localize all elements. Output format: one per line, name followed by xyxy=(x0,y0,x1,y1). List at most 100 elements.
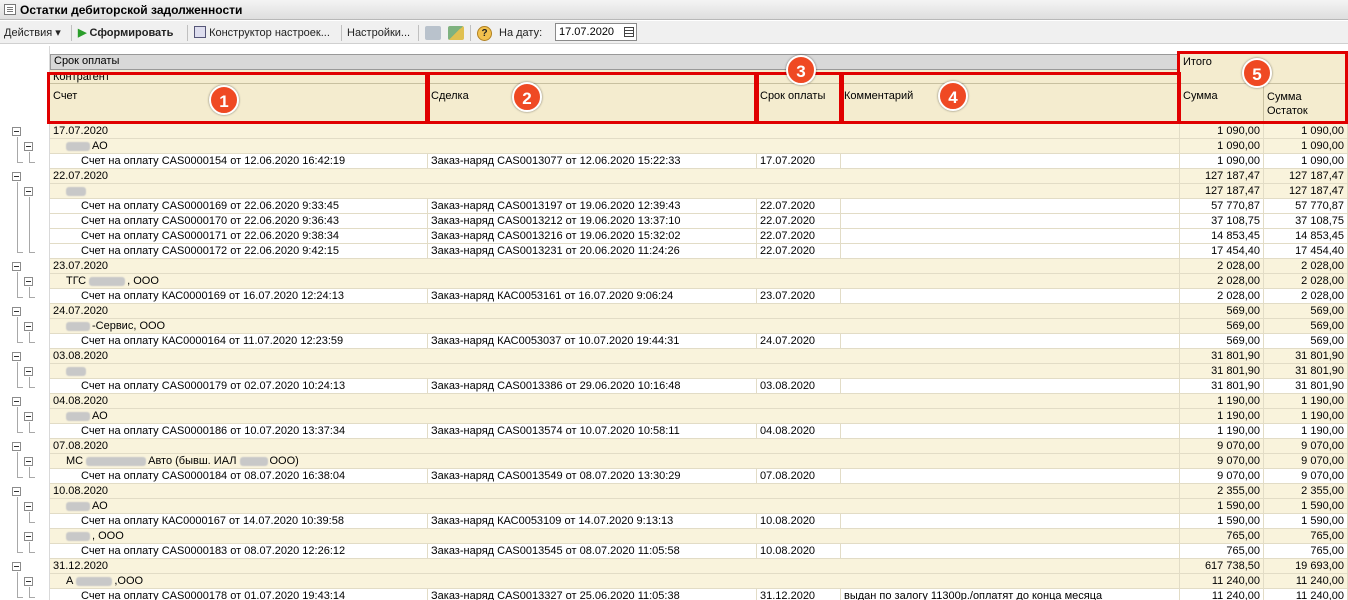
group-contractor-row[interactable]: АО 1 590,00 1 590,00 xyxy=(0,499,1348,514)
collapse-toggle-icon[interactable] xyxy=(12,397,21,406)
group-contractor-row[interactable]: МС Авто (бывш. ИАЛ ООО) 9 070,00 9 070,00 xyxy=(0,454,1348,469)
date-label: На дату: xyxy=(499,27,543,39)
group-contractor-row[interactable]: -Сервис, ООО 569,00 569,00 xyxy=(0,319,1348,334)
collapse-toggle-icon[interactable] xyxy=(12,487,21,496)
table-row[interactable]: Счет на оплату CAS0000184 от 08.07.2020 … xyxy=(0,469,1348,484)
collapse-toggle-icon[interactable] xyxy=(24,577,33,586)
sum-rest-cell: 31 801,90 xyxy=(1264,364,1348,379)
collapse-toggle-icon[interactable] xyxy=(12,262,21,271)
sum-rest-cell: 9 070,00 xyxy=(1264,469,1348,484)
tree-line xyxy=(17,272,18,298)
sum-cell: 1 590,00 xyxy=(1180,499,1264,514)
table-row[interactable]: Счет на оплату CAS0000172 от 22.06.2020 … xyxy=(0,244,1348,259)
group-date-row[interactable]: 07.08.2020 9 070,00 9 070,00 xyxy=(0,439,1348,454)
sum-rest-cell: 569,00 xyxy=(1264,319,1348,334)
collapse-toggle-icon[interactable] xyxy=(12,562,21,571)
redacted-text xyxy=(89,276,126,286)
contractor-name-part: ТГС xyxy=(66,275,87,287)
settings-button[interactable]: Настройки... xyxy=(347,26,410,40)
group-date-row[interactable]: 31.12.2020 617 738,50 19 693,00 xyxy=(0,559,1348,574)
collapse-toggle-icon[interactable] xyxy=(24,412,33,421)
due-date-cell: 04.08.2020 xyxy=(757,424,841,439)
group-contractor-row[interactable]: А ,ООО 11 240,00 11 240,00 xyxy=(0,574,1348,589)
collapse-toggle-icon[interactable] xyxy=(12,172,21,181)
group-date-row[interactable]: 22.07.2020 127 187,47 127 187,47 xyxy=(0,169,1348,184)
group-contractor-row[interactable]: 127 187,47 127 187,47 xyxy=(0,184,1348,199)
table-row[interactable]: Счет на оплату КАС0000164 от 11.07.2020 … xyxy=(0,334,1348,349)
help-icon[interactable]: ? xyxy=(477,26,492,41)
account-cell: Счет на оплату CAS0000184 от 08.07.2020 … xyxy=(50,469,428,484)
sum-rest-cell: 2 028,00 xyxy=(1264,274,1348,289)
deal-cell: Заказ-наряд КАС0053161 от 16.07.2020 9:0… xyxy=(428,289,757,304)
actions-menu[interactable]: Действия ▾ xyxy=(4,26,61,40)
date-field[interactable]: 17.07.2020 xyxy=(555,23,637,41)
sum-cell: 569,00 xyxy=(1180,319,1264,334)
tree-line xyxy=(17,572,18,598)
group-contractor-row[interactable]: АО 1 190,00 1 190,00 xyxy=(0,409,1348,424)
table-row[interactable]: Счет на оплату CAS0000154 от 12.06.2020 … xyxy=(0,154,1348,169)
load-settings-icon[interactable] xyxy=(448,26,464,40)
collapse-toggle-icon[interactable] xyxy=(12,127,21,136)
tree-line xyxy=(17,477,23,478)
comment-cell xyxy=(841,514,1180,529)
toolbar: Действия ▾ ▶ Сформировать Конструктор на… xyxy=(0,21,1348,44)
group-date-row[interactable]: 04.08.2020 1 190,00 1 190,00 xyxy=(0,394,1348,409)
group-date-cell: 10.08.2020 xyxy=(50,484,1180,499)
table-row[interactable]: Счет на оплату КАС0000167 от 14.07.2020 … xyxy=(0,514,1348,529)
group-contractor-row[interactable]: ТГС , ООО 2 028,00 2 028,00 xyxy=(0,274,1348,289)
table-row[interactable]: Счет на оплату CAS0000179 от 02.07.2020 … xyxy=(0,379,1348,394)
sum-cell: 9 070,00 xyxy=(1180,469,1264,484)
sum-cell: 1 190,00 xyxy=(1180,394,1264,409)
sum-rest-cell: 11 240,00 xyxy=(1264,574,1348,589)
collapse-toggle-icon[interactable] xyxy=(12,442,21,451)
deal-cell: Заказ-наряд CAS0013216 от 19.06.2020 15:… xyxy=(428,229,757,244)
sum-rest-cell: 9 070,00 xyxy=(1264,454,1348,469)
settings-constructor-button[interactable]: Конструктор настроек... xyxy=(194,26,330,40)
calendar-icon[interactable] xyxy=(624,27,634,37)
collapse-toggle-icon[interactable] xyxy=(24,277,33,286)
table-row[interactable]: Счет на оплату CAS0000183 от 08.07.2020 … xyxy=(0,544,1348,559)
collapse-toggle-icon[interactable] xyxy=(24,457,33,466)
group-contractor-row[interactable]: 31 801,90 31 801,90 xyxy=(0,364,1348,379)
table-row[interactable]: Счет на оплату CAS0000171 от 22.06.2020 … xyxy=(0,229,1348,244)
sum-cell: 1 090,00 xyxy=(1180,124,1264,139)
contractor-name: АО xyxy=(92,500,108,512)
form-report-button[interactable]: ▶ Сформировать xyxy=(78,26,173,40)
sum-rest-cell: 1 090,00 xyxy=(1264,139,1348,154)
table-row[interactable]: Счет на оплату CAS0000178 от 01.07.2020 … xyxy=(0,589,1348,600)
comment-cell: выдан по залогу 11300р./оплатят до конца… xyxy=(841,589,1180,600)
group-date-row[interactable]: 10.08.2020 2 355,00 2 355,00 xyxy=(0,484,1348,499)
collapse-toggle-icon[interactable] xyxy=(24,322,33,331)
collapse-toggle-icon[interactable] xyxy=(12,352,21,361)
sum-cell: 37 108,75 xyxy=(1180,214,1264,229)
table-row[interactable]: Счет на оплату CAS0000170 от 22.06.2020 … xyxy=(0,214,1348,229)
sum-cell: 765,00 xyxy=(1180,529,1264,544)
contractor-cell: АО xyxy=(50,139,1180,154)
collapse-toggle-icon[interactable] xyxy=(24,502,33,511)
table-row[interactable]: Счет на оплату CAS0000186 от 10.07.2020 … xyxy=(0,424,1348,439)
sum-cell: 31 801,90 xyxy=(1180,349,1264,364)
table-row[interactable]: Счет на оплату КАС0000169 от 16.07.2020 … xyxy=(0,289,1348,304)
collapse-toggle-icon[interactable] xyxy=(24,187,33,196)
tree-line xyxy=(17,317,18,343)
comment-cell xyxy=(841,544,1180,559)
collapse-toggle-icon[interactable] xyxy=(24,367,33,376)
tree-line xyxy=(29,297,35,298)
sum-cell: 1 190,00 xyxy=(1180,424,1264,439)
collapse-toggle-icon[interactable] xyxy=(12,307,21,316)
collapse-toggle-icon[interactable] xyxy=(24,142,33,151)
save-settings-icon[interactable] xyxy=(425,26,441,40)
annotation-badge-2: 2 xyxy=(512,82,542,112)
group-contractor-row[interactable]: АО 1 090,00 1 090,00 xyxy=(0,139,1348,154)
group-date-row[interactable]: 23.07.2020 2 028,00 2 028,00 xyxy=(0,259,1348,274)
group-date-row[interactable]: 24.07.2020 569,00 569,00 xyxy=(0,304,1348,319)
group-date-row[interactable]: 17.07.2020 1 090,00 1 090,00 xyxy=(0,124,1348,139)
group-contractor-row[interactable]: , ООО 765,00 765,00 xyxy=(0,529,1348,544)
report-grid[interactable]: Срок оплаты Итого Контрагент Счет Сделка… xyxy=(0,46,1348,600)
tree-line xyxy=(29,477,35,478)
collapse-toggle-icon[interactable] xyxy=(24,532,33,541)
redacted-text xyxy=(66,186,86,196)
group-date-row[interactable]: 03.08.2020 31 801,90 31 801,90 xyxy=(0,349,1348,364)
account-cell: Счет на оплату КАС0000169 от 16.07.2020 … xyxy=(50,289,428,304)
table-row[interactable]: Счет на оплату CAS0000169 от 22.06.2020 … xyxy=(0,199,1348,214)
